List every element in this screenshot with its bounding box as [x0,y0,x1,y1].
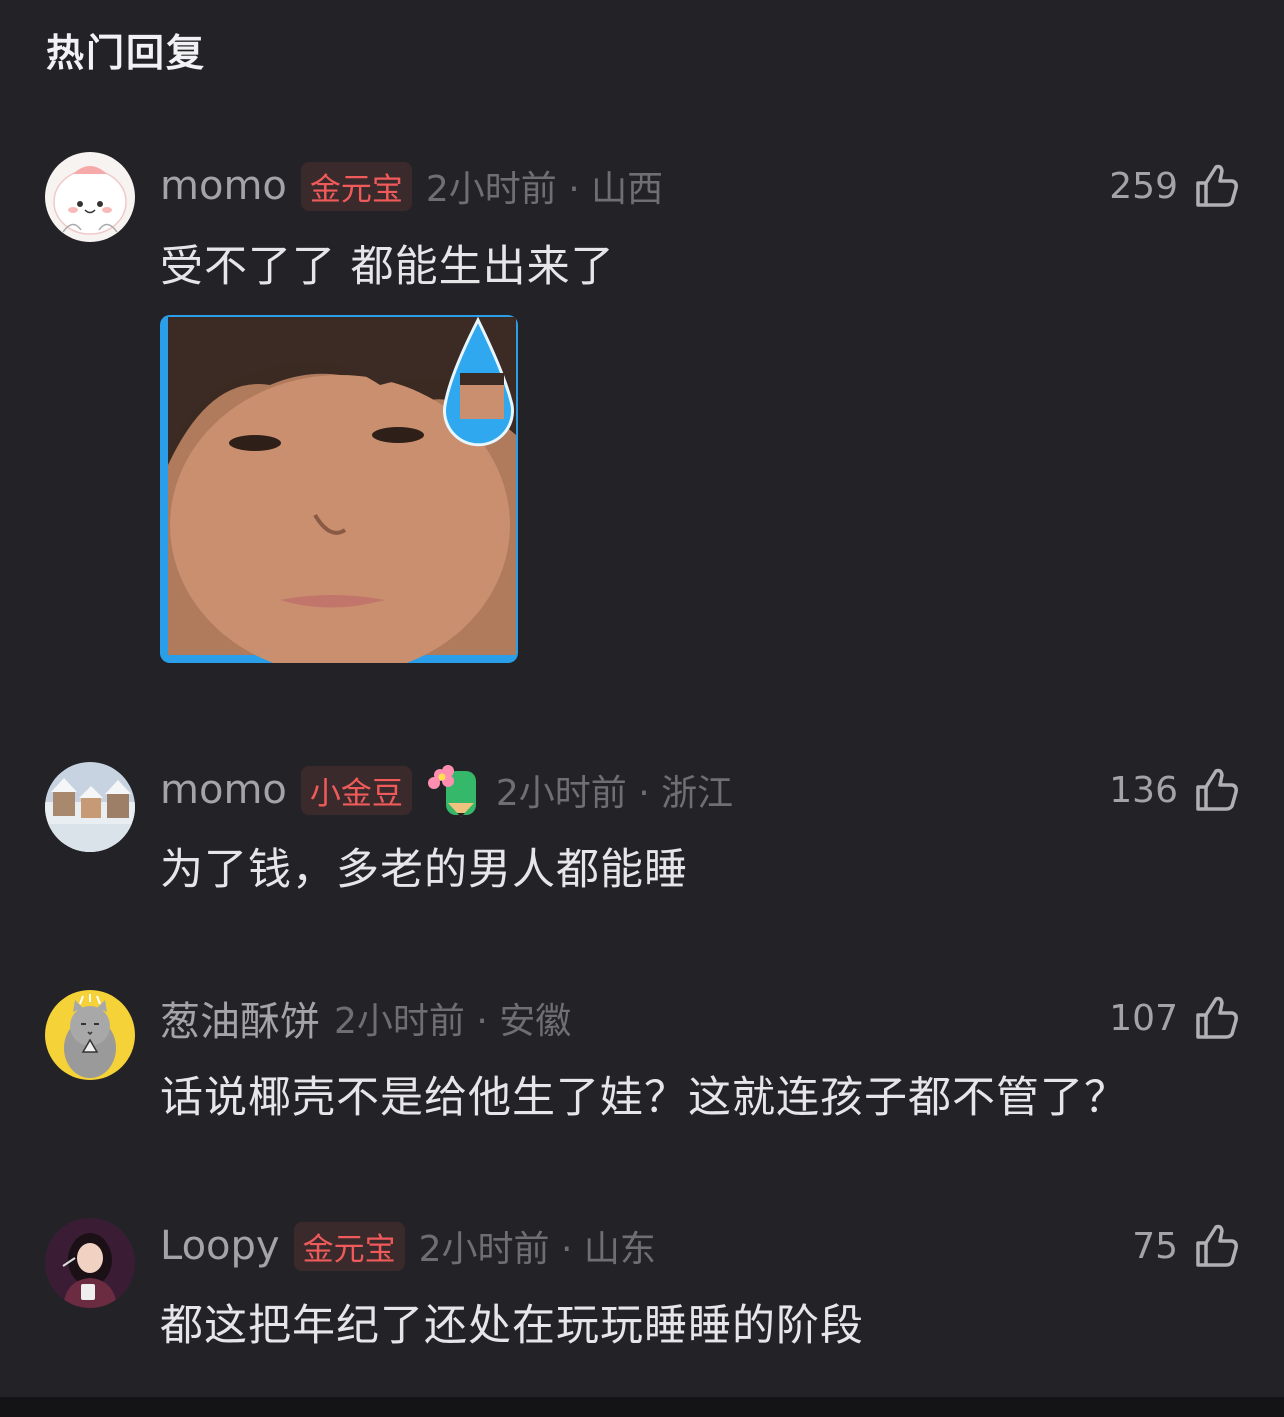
comment-text: 受不了了 都能生出来了 [160,242,615,292]
level-badge: 金元宝 [293,1221,405,1271]
comment-text: 都这把年纪了还处在玩玩睡睡的阶段 [160,1301,864,1351]
like-count: 136 [1109,769,1178,811]
user-avatar[interactable] [45,152,135,242]
level-badge: 小金豆 [300,765,412,815]
pencil-flower-icon [427,765,476,817]
level-badge: 金元宝 [300,161,412,211]
user-avatar[interactable] [45,762,135,852]
timestamp-location: 2小时前 · 山东 [418,1229,656,1270]
thumbs-up-icon [1196,1224,1238,1267]
username[interactable]: momo [160,767,287,813]
comment-text: 为了钱，多老的男人都能睡 [160,845,688,895]
like-button[interactable]: 259 [1109,158,1240,214]
timestamp-location: 2小时前 · 安徽 [334,1001,572,1042]
thumbs-up-icon [1196,996,1238,1039]
thumbs-up-icon [1196,768,1238,811]
like-count: 75 [1132,1225,1178,1267]
section-title: 热门回复 [46,31,207,75]
like-count: 259 [1109,165,1178,207]
username[interactable]: Loopy [160,1223,280,1269]
like-button[interactable]: 107 [1109,990,1240,1046]
comment-text: 话说椰壳不是给他生了娃？这就连孩子都不管了？ [160,1073,1128,1123]
thumbs-up-icon [1196,164,1238,207]
bottom-bar [0,1397,1284,1417]
user-avatar[interactable] [45,1218,135,1308]
like-button[interactable]: 75 [1132,1218,1240,1274]
username[interactable]: momo [160,163,287,209]
user-avatar[interactable] [45,990,135,1080]
timestamp-location: 2小时前 · 山西 [425,169,664,210]
like-count: 107 [1109,997,1178,1039]
timestamp-location: 2小时前 · 浙江 [495,773,734,814]
comment-image[interactable] [160,315,518,663]
like-button[interactable]: 136 [1109,762,1240,818]
username[interactable]: 葱油酥饼 [160,989,320,1047]
